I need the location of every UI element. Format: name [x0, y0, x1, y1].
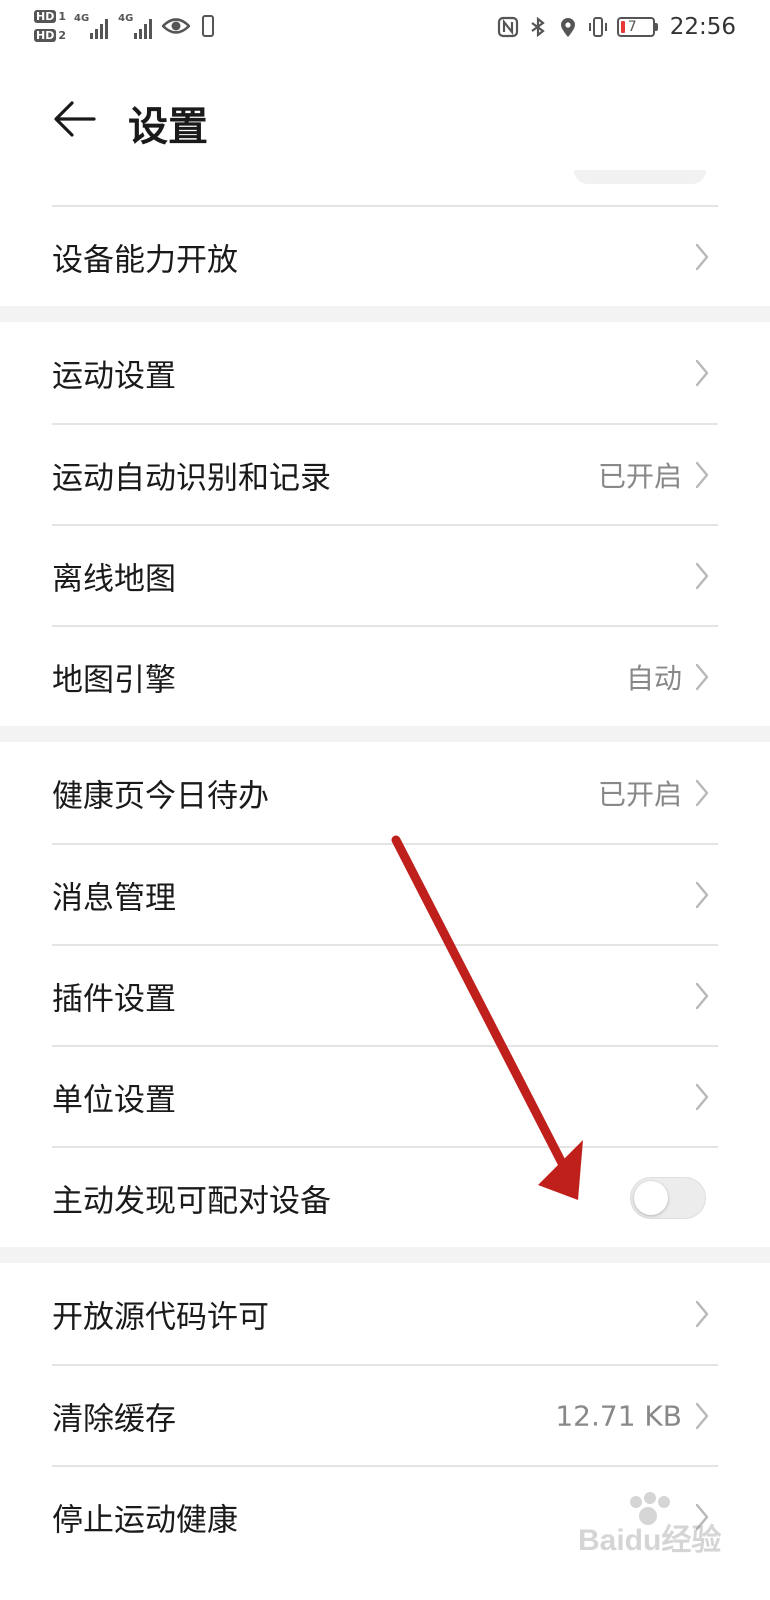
watermark-text: Baidu经验 [578, 1523, 721, 1557]
setting-row[interactable]: 离线地图 [52, 524, 718, 625]
setting-row[interactable]: 运动自动识别和记录 已开启 [52, 423, 718, 524]
setting-row[interactable]: 地图引擎 自动 [52, 625, 718, 726]
phone-battery-icon [202, 15, 215, 37]
battery-level: 7 [627, 19, 637, 35]
sim1-indicator: HD 1 [34, 10, 66, 23]
location-icon [560, 18, 575, 37]
group-separator [0, 306, 770, 322]
signal-2-icon: 4G [118, 13, 153, 39]
app-header: 设置 [0, 80, 770, 160]
setting-row[interactable]: 清除缓存 12.71 KB [52, 1364, 718, 1465]
toggle-knob [634, 1180, 668, 1215]
setting-label: 主动发现可配对设备 [52, 1183, 331, 1219]
battery-fill [620, 21, 625, 33]
setting-label: 运动自动识别和记录 [52, 460, 331, 496]
hd1-number: 1 [58, 10, 66, 23]
setting-label: 插件设置 [52, 981, 176, 1017]
chevron-right-icon [694, 1082, 710, 1112]
setting-label: 运动设置 [52, 358, 176, 394]
setting-row[interactable]: 运动设置 [52, 322, 718, 423]
battery-icon: 7 [616, 17, 658, 37]
setting-row[interactable]: 设备能力开放 [52, 205, 718, 306]
net1-label: 4G [74, 13, 90, 24]
status-bar: HD 1 HD 2 4G 4G 7 22:56 [0, 0, 770, 62]
setting-label: 开放源代码许可 [52, 1299, 269, 1335]
setting-value: 已开启 [597, 459, 682, 493]
setting-label: 健康页今日待办 [52, 778, 269, 814]
chevron-right-icon [694, 561, 710, 591]
setting-label: 离线地图 [52, 561, 176, 597]
back-arrow-icon[interactable] [52, 96, 98, 142]
chevron-right-icon [694, 981, 710, 1011]
setting-row[interactable]: 单位设置 [52, 1045, 718, 1146]
chevron-right-icon [694, 662, 710, 692]
scrolled-item-remnant [574, 170, 706, 184]
sim2-indicator: HD 2 [34, 29, 66, 42]
setting-value: 已开启 [597, 777, 682, 811]
chevron-right-icon [694, 1401, 710, 1431]
chevron-right-icon [694, 1299, 710, 1329]
pairing-discovery-toggle[interactable] [630, 1176, 706, 1219]
chevron-right-icon [694, 778, 710, 808]
eye-icon [162, 18, 191, 34]
hd2-number: 2 [58, 29, 66, 42]
signal-1-icon: 4G [74, 13, 109, 39]
group-separator [0, 1247, 770, 1263]
setting-row[interactable]: 开放源代码许可 [52, 1263, 718, 1364]
status-time: 22:56 [669, 14, 736, 40]
sim-indicators: HD 1 HD 2 [34, 10, 66, 42]
chevron-right-icon [694, 358, 710, 388]
setting-row[interactable]: 消息管理 [52, 843, 718, 944]
setting-row[interactable]: 健康页今日待办 已开启 [52, 742, 718, 843]
setting-label: 停止运动健康 [52, 1502, 238, 1538]
setting-label: 地图引擎 [52, 662, 176, 698]
setting-value: 12.71 KB [555, 1399, 682, 1432]
page-title: 设置 [128, 104, 208, 150]
vibrate-icon [588, 17, 607, 37]
settings-list: 设备能力开放 运动设置 运动自动识别和记录 已开启 离线地图 地图引擎 自动 健康页今日待办已… [0, 205, 770, 1566]
net2-label: 4G [118, 13, 134, 24]
hd1-badge: HD [34, 10, 57, 23]
status-bar-right: 7 22:56 [497, 14, 736, 40]
setting-label: 清除缓存 [52, 1401, 176, 1437]
baidu-watermark: Baidu经验 [578, 1492, 721, 1557]
chevron-right-icon [694, 880, 710, 910]
status-bar-left: HD 1 HD 2 4G 4G [34, 10, 215, 42]
setting-label: 设备能力开放 [52, 242, 238, 278]
setting-value: 自动 [625, 661, 682, 695]
hd2-badge: HD [34, 29, 57, 42]
chevron-right-icon [694, 242, 710, 272]
setting-label: 消息管理 [52, 880, 176, 916]
bluetooth-icon [531, 16, 545, 38]
setting-row[interactable]: 插件设置 [52, 944, 718, 1045]
setting-label: 单位设置 [52, 1082, 176, 1118]
nfc-icon [497, 16, 518, 38]
chevron-right-icon [694, 460, 710, 490]
setting-row-toggle[interactable]: 主动发现可配对设备 [52, 1146, 718, 1247]
group-separator [0, 726, 770, 742]
